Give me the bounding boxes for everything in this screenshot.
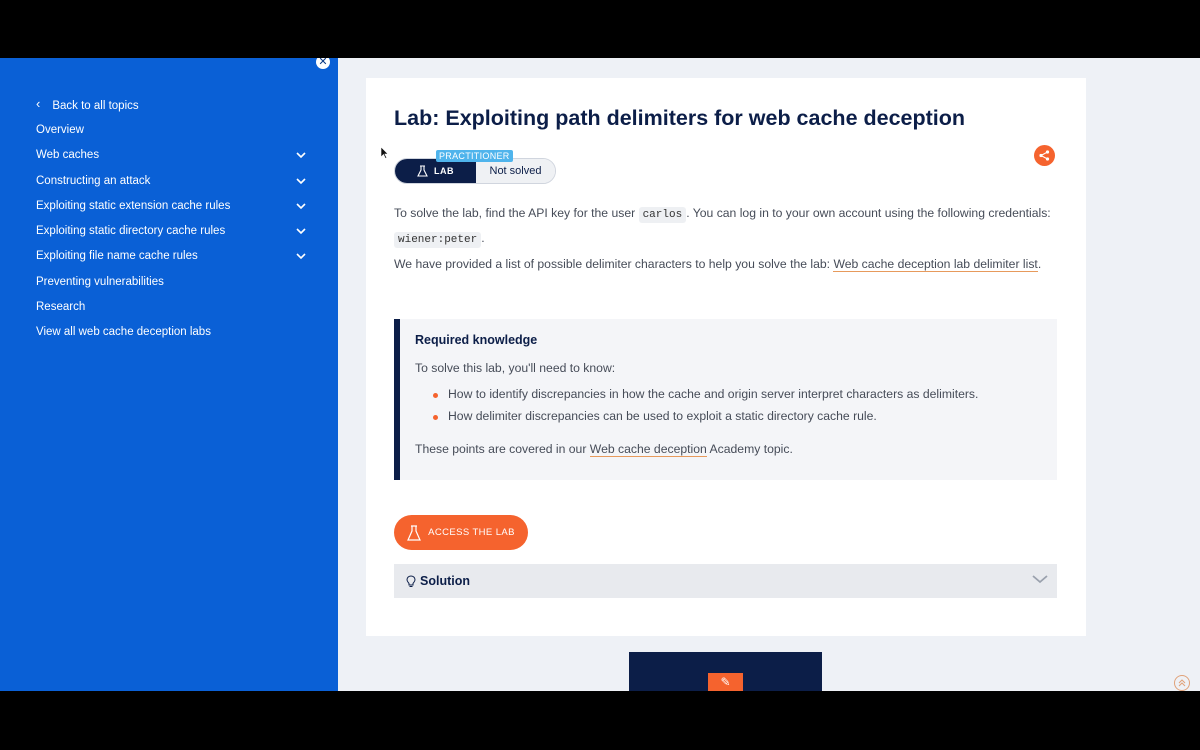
- lab-card: Lab: Exploiting path delimiters for web …: [366, 78, 1086, 636]
- browser-viewport: ✕ ‹ Back to all topics Overview Web cache…: [0, 58, 1200, 691]
- chevron-down-icon[interactable]: [294, 148, 308, 162]
- knowledge-title: Required knowledge: [415, 333, 538, 347]
- sidebar-item-label: Exploiting file name cache rules: [36, 250, 198, 263]
- level-badge: PRACTITIONER: [436, 150, 513, 162]
- sidebar-item-label: View all web cache deception labs: [36, 326, 211, 339]
- lab-preview-image: ✎: [629, 652, 822, 691]
- page-title: Lab: Exploiting path delimiters for web …: [394, 106, 966, 130]
- knowledge-list: How to identify discrepancies in how the…: [433, 387, 978, 431]
- sidebar-item-static-directory[interactable]: Exploiting static directory cache rules: [36, 218, 308, 243]
- share-button[interactable]: [1034, 145, 1055, 166]
- sidebar-item-constructing-attack[interactable]: Constructing an attack: [36, 168, 308, 193]
- username-code: carlos: [638, 207, 687, 223]
- breadcrumb-fragment: · · · · ·: [392, 58, 429, 63]
- sidebar-item-label: Exploiting static extension cache rules: [36, 199, 231, 212]
- sidebar-item-research[interactable]: Research: [36, 294, 308, 319]
- description-text: To solve the lab, find the API key for t…: [394, 206, 639, 220]
- access-lab-label: ACCESS THE LAB: [428, 527, 515, 538]
- chevron-up-icon: [1178, 679, 1186, 687]
- sidebar-item-label: Overview: [36, 123, 84, 136]
- web-cache-deception-link[interactable]: Web cache deception: [589, 442, 707, 457]
- knowledge-outro: These points are covered in our Web cach…: [415, 442, 793, 457]
- outro-text: These points are covered in our: [415, 442, 590, 456]
- share-icon: [1039, 150, 1050, 161]
- lightbulb-icon: [406, 574, 416, 587]
- list-item: How to identify discrepancies in how the…: [433, 387, 978, 409]
- sidebar-item-web-caches[interactable]: Web caches: [36, 143, 308, 168]
- sidebar-item-file-name[interactable]: Exploiting file name cache rules: [36, 244, 308, 269]
- lab-badge: LAB: [395, 159, 476, 183]
- scroll-to-top-button[interactable]: [1174, 675, 1190, 691]
- burp-logo-icon: ✎: [708, 673, 743, 691]
- delimiter-list-paragraph: We have provided a list of possible deli…: [394, 254, 1054, 275]
- required-knowledge-box: Required knowledge To solve this lab, yo…: [394, 319, 1057, 480]
- mouse-cursor-icon: [381, 147, 389, 159]
- list-item: How delimiter discrepancies can be used …: [433, 409, 978, 431]
- sidebar-item-preventing[interactable]: Preventing vulnerabilities: [36, 269, 308, 294]
- sidebar-item-label: Web caches: [36, 149, 100, 162]
- paragraph-text: We have provided a list of possible deli…: [394, 257, 834, 271]
- chevron-down-icon[interactable]: [294, 249, 308, 263]
- description-text: . You can log in to your own account usi…: [686, 206, 1051, 220]
- delimiter-list-link[interactable]: Web cache deception lab delimiter list: [833, 257, 1038, 272]
- outro-text: Academy topic.: [706, 442, 793, 456]
- sidebar-item-label: Exploiting static directory cache rules: [36, 225, 226, 238]
- lab-status-badge: LAB Not solved PRACTITIONER: [394, 150, 556, 184]
- solution-accordion[interactable]: Solution: [394, 564, 1057, 598]
- knowledge-intro: To solve this lab, you'll need to know:: [415, 361, 616, 375]
- sidebar-item-overview[interactable]: Overview: [36, 117, 308, 142]
- lab-badge-label: LAB: [434, 166, 454, 176]
- back-label: Back to all topics: [52, 100, 139, 113]
- sidebar-item-label: Preventing vulnerabilities: [36, 275, 164, 288]
- flask-icon: [417, 165, 428, 177]
- paragraph-text: .: [1037, 257, 1042, 271]
- description-text: .: [481, 231, 485, 245]
- flask-icon: [407, 524, 422, 541]
- access-lab-button[interactable]: ACCESS THE LAB: [394, 515, 528, 550]
- sidebar-item-label: Research: [36, 301, 86, 314]
- close-icon[interactable]: ✕: [316, 58, 330, 69]
- chevron-down-icon[interactable]: [294, 199, 308, 213]
- solved-status: Not solved: [476, 159, 555, 183]
- solution-label: Solution: [420, 574, 470, 588]
- chevron-down-icon[interactable]: [294, 224, 308, 238]
- chevron-down-icon[interactable]: [294, 174, 308, 188]
- sidebar-nav: ‹ Back to all topics Overview Web caches …: [36, 92, 308, 345]
- sidebar-item-all-labs[interactable]: View all web cache deception labs: [36, 320, 308, 345]
- lab-description: To solve the lab, find the API key for t…: [394, 202, 1054, 252]
- topic-sidebar: ✕ ‹ Back to all topics Overview Web cache…: [0, 58, 338, 691]
- sidebar-item-label: Constructing an attack: [36, 174, 151, 187]
- sidebar-item-static-extension[interactable]: Exploiting static extension cache rules: [36, 193, 308, 218]
- chevron-down-icon[interactable]: [1031, 572, 1049, 590]
- back-to-topics-link[interactable]: ‹ Back to all topics: [36, 92, 308, 117]
- credentials-code: wiener:peter: [394, 232, 482, 248]
- chevron-left-icon: ‹: [36, 96, 41, 112]
